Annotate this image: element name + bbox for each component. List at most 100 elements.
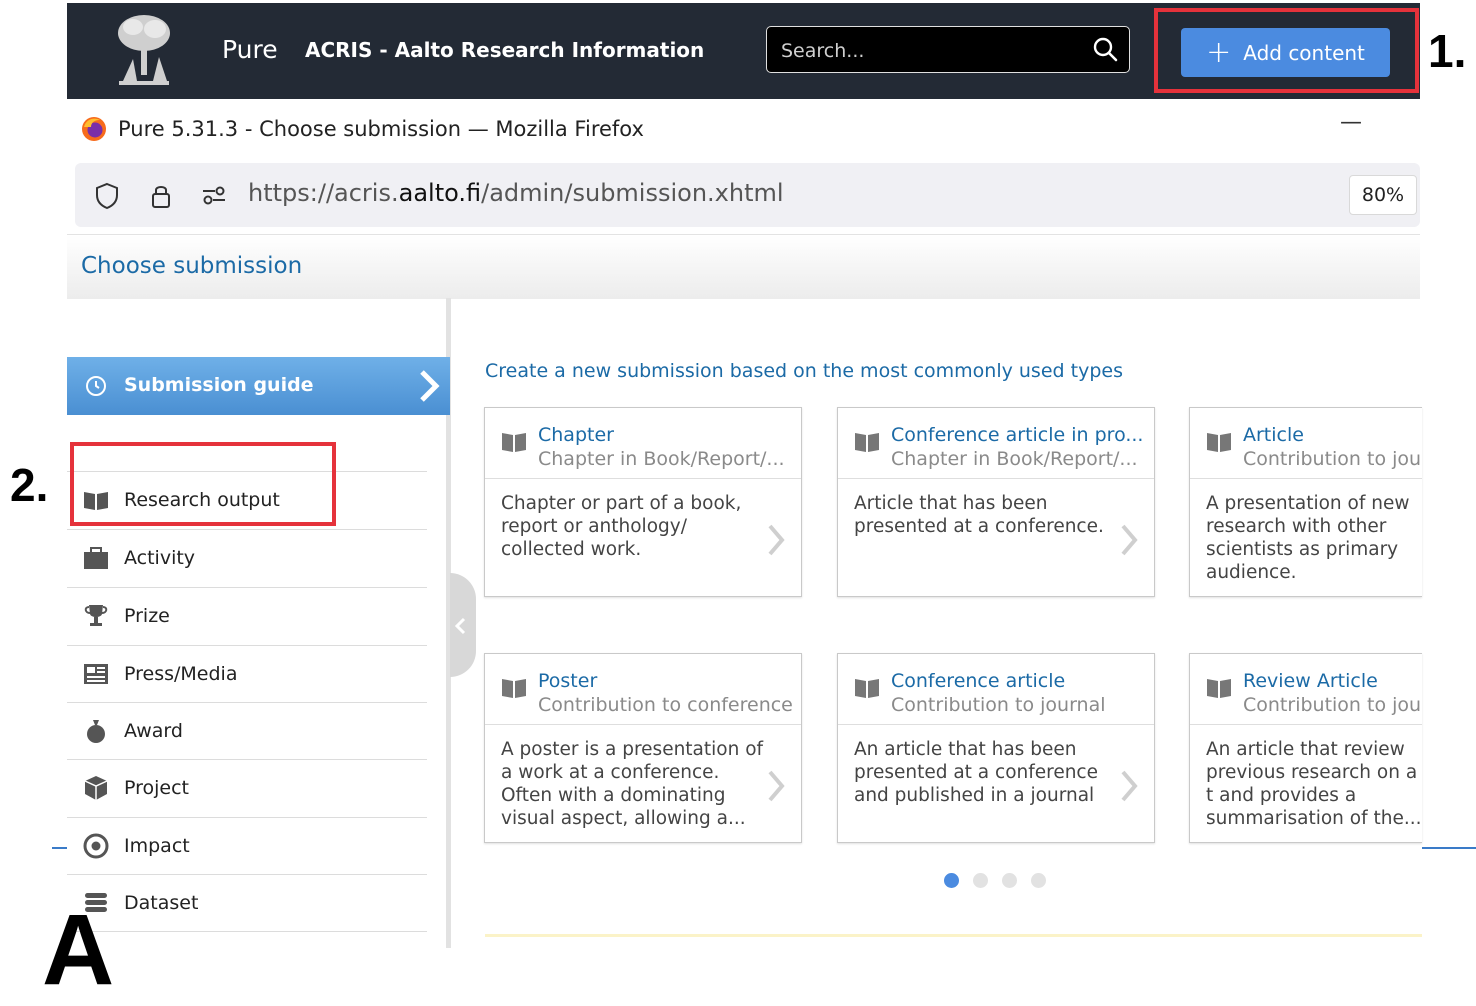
- card-description: A poster is a presentation of a work at …: [501, 739, 764, 829]
- lock-icon[interactable]: [146, 181, 176, 211]
- book-icon: [1207, 679, 1231, 698]
- card-description: Article that has been presented at a con…: [854, 493, 1104, 537]
- carousel-dot-4[interactable]: [1031, 873, 1046, 888]
- chevron-right-icon: [768, 770, 785, 802]
- sidebar-item-label: Activity: [124, 547, 196, 569]
- sidebar-item-award[interactable]: Award: [67, 702, 427, 759]
- sidebar-item-label: Impact: [124, 835, 190, 857]
- step-2-label: 2.: [10, 459, 49, 511]
- submission-card-poster[interactable]: Poster Contribution to conference A post…: [484, 653, 802, 843]
- window-title: Pure 5.31.3 - Choose submission — Mozill…: [118, 117, 644, 141]
- card-header: Poster Contribution to conference: [485, 654, 801, 725]
- submission-guide-button[interactable]: Submission guide: [67, 357, 450, 415]
- newspaper-icon: [84, 664, 108, 684]
- sidebar-item-label: Prize: [124, 605, 170, 627]
- book-icon: [855, 433, 879, 452]
- search-input[interactable]: [779, 35, 1083, 67]
- carousel-dot-2[interactable]: [973, 873, 988, 888]
- card-description: A presentation of new research with othe…: [1206, 493, 1410, 583]
- page-header: Choose submission: [67, 234, 1420, 299]
- url-path: /admin/submission.xhtml: [481, 179, 784, 207]
- browser-title-bar: Pure 5.31.3 - Choose submission — Mozill…: [80, 114, 644, 144]
- sidebar-item-label: Award: [124, 720, 183, 742]
- chevron-right-icon: [420, 370, 440, 402]
- highlight-box-add-content: [1154, 8, 1419, 93]
- card-title[interactable]: Conference article: [891, 670, 1065, 692]
- zoom-level-button[interactable]: 80%: [1349, 175, 1417, 215]
- pure-brand-label[interactable]: Pure: [222, 35, 278, 64]
- blue-divider-left: [52, 847, 67, 849]
- sidebar-item-impact[interactable]: Impact: [67, 817, 427, 874]
- url-domain: aalto.fi: [398, 179, 482, 207]
- card-subtitle: Contribution to conference: [538, 694, 793, 716]
- sidebar-item-prize[interactable]: Prize: [67, 587, 427, 644]
- chevron-right-icon: [768, 524, 785, 556]
- sidebar-item-dataset[interactable]: Dataset: [67, 874, 427, 931]
- card-subtitle: Chapter in Book/Report/...: [891, 448, 1138, 470]
- carousel-dot-1[interactable]: [944, 873, 959, 888]
- submission-card-article[interactable]: Article Contribution to jour A presentat…: [1189, 407, 1422, 597]
- target-icon: [83, 833, 109, 859]
- cube-icon: [84, 776, 108, 800]
- sidebar-divider-line: [67, 931, 427, 941]
- chevron-right-icon: [1121, 770, 1138, 802]
- shield-icon[interactable]: [92, 181, 122, 211]
- money-bag-icon: [87, 720, 105, 743]
- sidebar-item-label: Project: [124, 777, 190, 799]
- intro-text: Create a new submission based on the mos…: [485, 360, 1123, 382]
- notice-strip: [485, 934, 1422, 937]
- page-title: Choose submission: [81, 253, 303, 279]
- card-title[interactable]: Conference article in pro...: [891, 424, 1143, 446]
- book-icon: [855, 679, 879, 698]
- card-header: Conference article in pro... Chapter in …: [838, 408, 1154, 479]
- book-icon: [502, 679, 526, 698]
- blue-divider-right: [1422, 847, 1476, 849]
- submission-guide-label: Submission guide: [124, 374, 314, 396]
- card-subtitle: Contribution to jour: [1243, 694, 1422, 716]
- step-1-label: 1.: [1428, 25, 1467, 77]
- briefcase-icon: [84, 547, 108, 569]
- book-icon: [1207, 433, 1231, 452]
- card-description: Chapter or part of a book, report or ant…: [501, 493, 742, 560]
- trophy-icon: [84, 605, 108, 626]
- organization-name: ACRIS - Aalto Research Information: [305, 38, 705, 62]
- sidebar-item-project[interactable]: Project: [67, 759, 427, 816]
- carousel-pagination: [944, 873, 1046, 888]
- collapse-sidebar-button[interactable]: [450, 573, 476, 677]
- firefox-icon: [82, 117, 106, 141]
- elsevier-tree-logo: [115, 11, 173, 89]
- url-text[interactable]: https://acris.aalto.fi/admin/submission.…: [248, 179, 784, 207]
- carousel-dot-3[interactable]: [1002, 873, 1017, 888]
- card-subtitle: Contribution to journal: [891, 694, 1106, 716]
- card-title[interactable]: Chapter: [538, 424, 614, 446]
- search-box[interactable]: [766, 26, 1130, 73]
- chevron-right-icon: [1121, 524, 1138, 556]
- card-subtitle: Chapter in Book/Report/...: [538, 448, 785, 470]
- url-prefix: https://acris.: [248, 179, 399, 207]
- card-description: An article that has been presented at a …: [854, 739, 1098, 806]
- minimize-button[interactable]: —: [1340, 110, 1362, 135]
- submission-card-chapter[interactable]: Chapter Chapter in Book/Report/... Chapt…: [484, 407, 802, 597]
- history-icon: [86, 376, 106, 396]
- sidebar-item-label: Press/Media: [124, 663, 238, 685]
- sidebar-item-activity[interactable]: Activity: [67, 529, 427, 586]
- card-title[interactable]: Article: [1243, 424, 1304, 446]
- search-icon[interactable]: [1091, 35, 1119, 63]
- card-header: Conference article Contribution to journ…: [838, 654, 1154, 725]
- card-title[interactable]: Review Article: [1243, 670, 1378, 692]
- sidebar-item-press-media[interactable]: Press/Media: [67, 645, 427, 702]
- chevron-left-icon: [454, 617, 466, 635]
- submission-card-conference-article[interactable]: Conference article Contribution to journ…: [837, 653, 1155, 843]
- submission-card-review-article[interactable]: Review Article Contribution to jour An a…: [1189, 653, 1422, 843]
- card-header: Review Article Contribution to jour: [1190, 654, 1422, 725]
- sidebar-item-label: Dataset: [124, 892, 199, 914]
- card-header: Chapter Chapter in Book/Report/...: [485, 408, 801, 479]
- card-title[interactable]: Poster: [538, 670, 597, 692]
- url-bar[interactable]: https://acris.aalto.fi/admin/submission.…: [75, 163, 1420, 227]
- highlight-box-research-output: [70, 442, 336, 526]
- book-icon: [502, 433, 526, 452]
- permissions-icon[interactable]: [199, 181, 229, 211]
- card-description: An article that review previous research…: [1206, 739, 1422, 829]
- submission-card-conference-article-in-proceedings[interactable]: Conference article in pro... Chapter in …: [837, 407, 1155, 597]
- figure-letter: A: [42, 894, 115, 1006]
